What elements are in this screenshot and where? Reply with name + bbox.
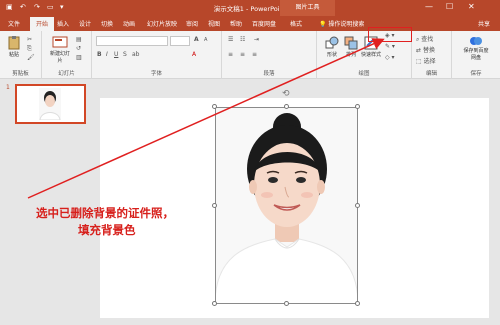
annotation-line-1: 选中已删除背景的证件照， (36, 206, 174, 220)
annotation-arrow (27, 38, 385, 199)
annotation-line-2: 填充背景色 (78, 223, 136, 237)
annotation-text: 选中已删除背景的证件照， 填充背景色 (36, 205, 216, 239)
